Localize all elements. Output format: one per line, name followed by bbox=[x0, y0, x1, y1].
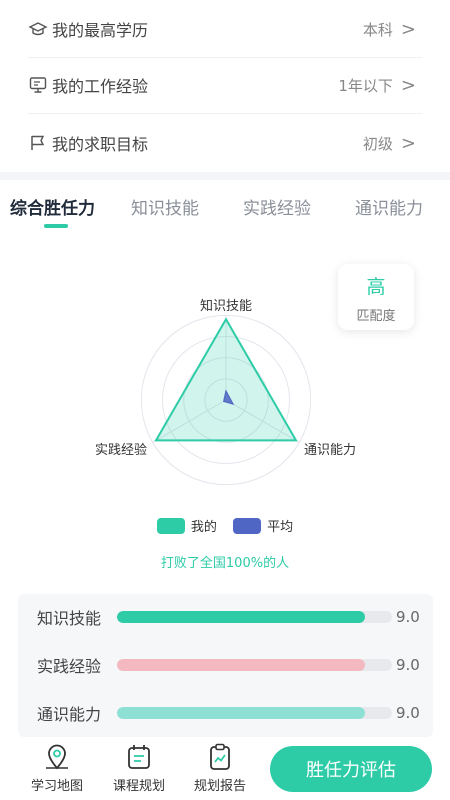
competency-assessment-button[interactable]: 胜任力评估 bbox=[270, 746, 432, 792]
chevron-right-icon: > bbox=[400, 132, 416, 154]
beat-percentage-text: 打败了全国100%的人 bbox=[160, 556, 290, 571]
job-goal-row[interactable]: 我的求职目标 初级 > bbox=[28, 114, 416, 172]
legend-average: 平均 bbox=[233, 516, 293, 535]
job-goal-value: 初级 bbox=[362, 134, 393, 153]
education-row[interactable]: 我的最高学历 本科 > bbox=[28, 0, 422, 58]
flag-icon bbox=[28, 133, 48, 153]
match-degree-card: 高 匹配度 bbox=[338, 264, 414, 330]
score-value: 9.0 bbox=[396, 608, 420, 626]
bottom-navigation: 学习地图 课程规划 规划报告 胜任力评估 bbox=[0, 737, 450, 800]
radar-series-group bbox=[154, 317, 298, 442]
score-value: 9.0 bbox=[396, 656, 420, 674]
chevron-right-icon: > bbox=[400, 74, 416, 96]
monitor-icon bbox=[28, 75, 48, 95]
match-label: 匹配度 bbox=[356, 309, 396, 324]
legend-mine: 我的 bbox=[156, 516, 217, 535]
score-bar-track bbox=[117, 659, 392, 671]
chevron-right-icon: > bbox=[400, 18, 416, 40]
radar-axis-label: 实践经验 bbox=[95, 442, 147, 458]
profile-section: 我的最高学历 本科 > 我的工作经验 1年以下 > 我的求职目标 初级 > bbox=[0, 0, 450, 172]
radar-axis-label: 知识技能 bbox=[200, 298, 252, 314]
nav-label: 学习地图 bbox=[30, 779, 83, 794]
score-bar-track bbox=[117, 611, 392, 623]
score-bar-fill bbox=[117, 659, 365, 671]
score-label: 通识能力 bbox=[37, 705, 102, 724]
score-list: 知识技能 9.0 实践经验 9.0 通识能力 9.0 bbox=[18, 594, 433, 737]
score-label: 实践经验 bbox=[37, 657, 102, 676]
tab-general-ability[interactable]: 通识能力 bbox=[355, 194, 423, 219]
calendar-icon bbox=[123, 741, 155, 773]
score-label: 知识技能 bbox=[37, 609, 102, 628]
legend-mine-label: 我的 bbox=[190, 520, 217, 535]
category-tabs: 综合胜任力 知识技能 实践经验 通识能力 bbox=[0, 180, 450, 232]
score-row-general-ability: 通识能力 9.0 bbox=[18, 698, 433, 728]
score-row-practical-experience: 实践经验 9.0 bbox=[18, 650, 433, 680]
graduation-cap-icon bbox=[28, 19, 48, 39]
education-value: 本科 bbox=[362, 20, 393, 39]
competency-panel: 知识技能 通识能力 实践经验 高 匹配度 我的 平均 打败了全国100%的人 知识技… bbox=[0, 232, 450, 737]
score-bar-fill bbox=[117, 707, 365, 719]
tab-overall-competency[interactable]: 综合胜任力 bbox=[10, 194, 95, 219]
nav-label: 规划报告 bbox=[193, 779, 246, 794]
match-level: 高 bbox=[366, 276, 386, 298]
tab-knowledge-skills[interactable]: 知识技能 bbox=[131, 194, 199, 219]
radar-series-mine bbox=[154, 317, 298, 442]
nav-label: 课程规划 bbox=[112, 779, 165, 794]
map-pin-icon bbox=[41, 741, 73, 773]
active-tab-indicator bbox=[44, 224, 68, 228]
clipboard-icon bbox=[204, 741, 236, 773]
experience-row[interactable]: 我的工作经验 1年以下 > bbox=[28, 56, 422, 114]
radar-axis-label: 通识能力 bbox=[304, 443, 356, 458]
score-row-knowledge-skills: 知识技能 9.0 bbox=[18, 602, 433, 632]
experience-label: 我的工作经验 bbox=[52, 77, 149, 96]
legend-average-label: 平均 bbox=[267, 520, 294, 535]
legend-swatch-mine bbox=[156, 517, 185, 534]
job-goal-label: 我的求职目标 bbox=[52, 135, 149, 154]
tab-practical-experience[interactable]: 实践经验 bbox=[243, 194, 311, 219]
score-bar-fill bbox=[117, 611, 365, 623]
nav-course-plan[interactable]: 课程规划 bbox=[104, 741, 174, 794]
nav-learning-map[interactable]: 学习地图 bbox=[22, 741, 92, 794]
legend-swatch-average bbox=[233, 517, 262, 534]
experience-value: 1年以下 bbox=[338, 76, 393, 95]
score-bar-track bbox=[117, 707, 392, 719]
nav-plan-report[interactable]: 规划报告 bbox=[185, 741, 255, 794]
score-value: 9.0 bbox=[396, 704, 420, 722]
education-label: 我的最高学历 bbox=[52, 21, 149, 40]
radar-legend: 我的 平均 bbox=[0, 516, 450, 538]
